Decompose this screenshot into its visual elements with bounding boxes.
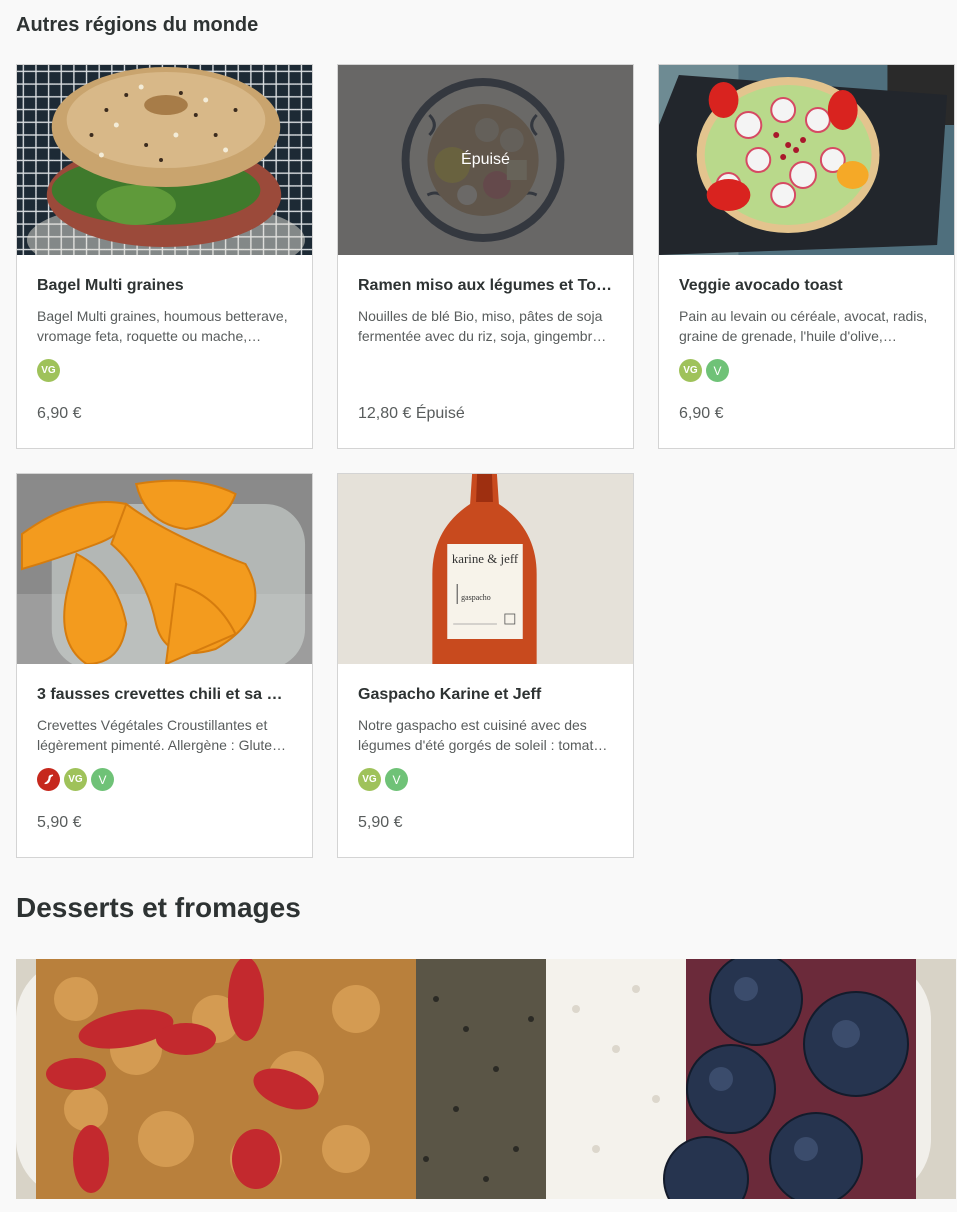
- menu-item-price: 6,90 €: [37, 405, 82, 422]
- menu-item-price: 5,90 €: [358, 814, 403, 831]
- vegan-badge-icon: VG: [679, 359, 702, 382]
- dietary-badges: VG V: [37, 768, 114, 791]
- section-title-autres-regions: Autres régions du monde: [16, 14, 259, 36]
- vegetarian-badge-icon: V: [706, 359, 729, 382]
- menu-item-price: 12,80 € Épuisé: [358, 405, 465, 422]
- dietary-badges: VG V: [679, 359, 729, 382]
- menu-item-name: Veggie avocado toast: [679, 277, 843, 294]
- menu-item-card[interactable]: Bagel Multi graines Bagel Multi graines,…: [16, 64, 313, 449]
- menu-item-name: 3 fausses crevettes chili et sa …: [37, 686, 283, 703]
- menu-item-description: Nouilles de blé Bio, miso, pâtes de soja…: [358, 308, 607, 344]
- menu-item-card[interactable]: Veggie avocado toast Pain au levain ou c…: [658, 64, 955, 449]
- menu-item-card[interactable]: 3 fausses crevettes chili et sa … Crevet…: [16, 473, 313, 858]
- menu-item-price: 5,90 €: [37, 814, 82, 831]
- menu-item-name: Bagel Multi graines: [37, 277, 184, 294]
- menu-item-photo-gaspacho: karine & jeff gaspacho: [338, 474, 633, 664]
- sold-out-label: Épuisé: [461, 151, 510, 168]
- sold-out-overlay: Épuisé: [338, 65, 633, 255]
- vegan-badge-icon: VG: [358, 768, 381, 791]
- chili-pepper-icon: [37, 768, 60, 791]
- dietary-badges: VG: [37, 359, 60, 382]
- vegetarian-badge-icon: V: [91, 768, 114, 791]
- vegan-badge-icon: VG: [37, 359, 60, 382]
- menu-item-description: Pain au levain ou céréale, avocat, radis…: [679, 308, 928, 344]
- section-title-desserts: Desserts et fromages: [16, 892, 301, 923]
- menu-item-card[interactable]: karine & jeff gaspacho Gaspacho Karine e…: [337, 473, 634, 858]
- menu-item-photo-ramen: Épuisé: [338, 65, 633, 255]
- menu-item-description: Notre gaspacho est cuisiné avec des légu…: [358, 717, 608, 753]
- menu-item-description: Bagel Multi graines, houmous betterave, …: [37, 308, 288, 344]
- bottle-brand-label: karine & jeff: [452, 551, 519, 566]
- menu-item-photo-avocado-toast: [659, 65, 954, 255]
- menu-item-name: Ramen miso aux légumes et To…: [358, 277, 612, 294]
- bottle-product-label: gaspacho: [461, 593, 491, 602]
- vegan-badge-icon: VG: [64, 768, 87, 791]
- dietary-badges: VG V: [358, 768, 408, 791]
- menu-item-name: Gaspacho Karine et Jeff: [358, 686, 542, 703]
- vegetarian-badge-icon: V: [385, 768, 408, 791]
- desserts-hero-image[interactable]: [16, 959, 956, 1199]
- menu-item-card[interactable]: Épuisé Ramen miso aux légumes et To… Nou…: [337, 64, 634, 449]
- menu-item-photo-crevettes: [17, 474, 312, 664]
- menu-item-description: Crevettes Végétales Croustillantes et lé…: [37, 717, 287, 753]
- menu-item-price: 6,90 €: [679, 405, 724, 422]
- menu-item-photo-bagel: [17, 65, 312, 255]
